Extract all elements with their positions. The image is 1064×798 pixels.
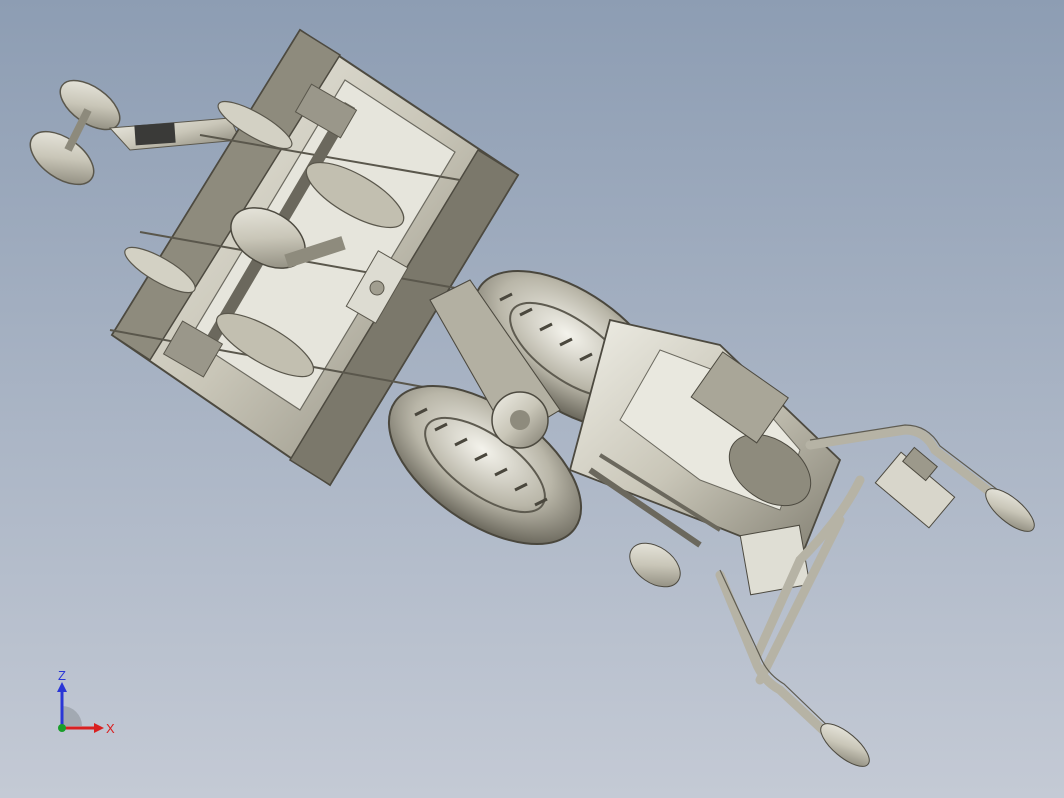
y-axis-origin [58, 724, 66, 732]
axis-triad: Z X [57, 670, 115, 736]
triad-xz-plane [62, 706, 82, 726]
z-axis-arrowhead [57, 682, 67, 692]
tiller-3d-model[interactable] [0, 0, 1064, 798]
z-axis-label: Z [58, 670, 66, 683]
front-support-wheels [29, 79, 241, 186]
x-axis-label: X [106, 721, 115, 736]
cad-viewport[interactable]: Z X [0, 0, 1064, 798]
x-axis-arrowhead [94, 723, 104, 733]
